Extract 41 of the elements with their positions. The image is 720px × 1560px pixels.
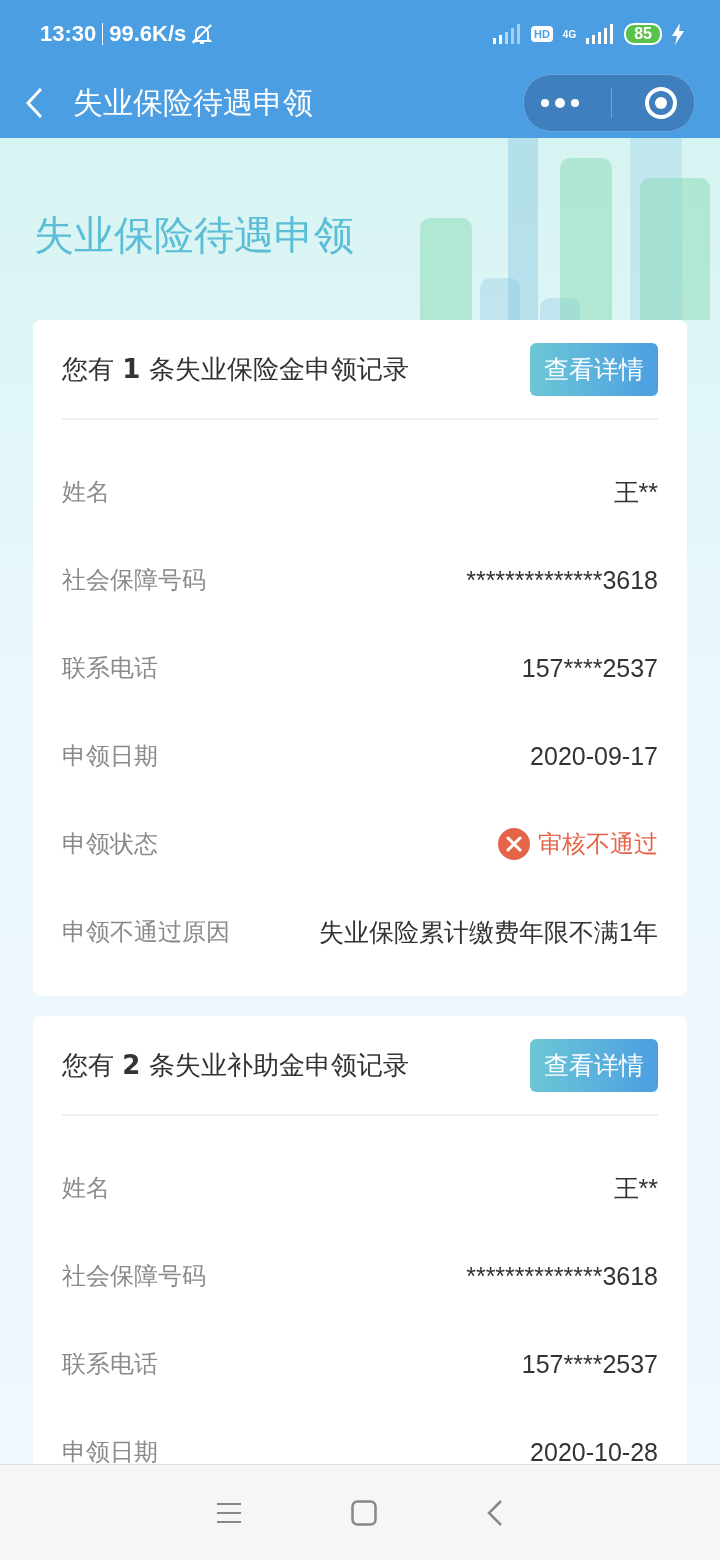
field-label: 社会保障号码 bbox=[62, 1261, 206, 1292]
hd-badge: HD bbox=[530, 26, 553, 42]
network-type: 4G bbox=[562, 28, 577, 40]
field-label: 申领日期 bbox=[62, 1437, 158, 1464]
bell-off-icon bbox=[190, 22, 215, 46]
signal-icon bbox=[492, 24, 521, 44]
field-value: 王** bbox=[613, 1172, 658, 1204]
field-label: 姓名 bbox=[62, 1173, 110, 1204]
field-value: **************3618 bbox=[466, 565, 658, 595]
more-icon[interactable] bbox=[539, 97, 580, 109]
field-label: 申领状态 bbox=[62, 829, 158, 860]
charging-icon bbox=[672, 23, 684, 45]
field-label: 姓名 bbox=[62, 477, 110, 508]
field-value: 2020-09-17 bbox=[530, 741, 658, 771]
back-icon[interactable] bbox=[25, 87, 45, 119]
field-value: 2020-10-28 bbox=[530, 1437, 658, 1464]
hero-title: 失业保险待遇申领 bbox=[34, 210, 354, 260]
clock-time: 13:30 bbox=[40, 21, 97, 47]
field-value: 王** bbox=[613, 476, 658, 508]
menu-icon[interactable] bbox=[217, 1501, 241, 1524]
field-label: 联系电话 bbox=[62, 653, 158, 684]
field-label: 联系电话 bbox=[62, 1349, 158, 1380]
details-button[interactable]: 查看详情 bbox=[530, 342, 658, 396]
error-icon bbox=[498, 828, 530, 860]
field-value: **************3618 bbox=[466, 1261, 658, 1291]
field-label: 社会保障号码 bbox=[62, 565, 206, 596]
field-value: 失业保险累计缴费年限不满1年 bbox=[319, 916, 658, 948]
back-icon[interactable] bbox=[487, 1499, 503, 1526]
page-title: 失业保险待遇申领 bbox=[73, 83, 313, 122]
card-title: 您有 1 条失业保险金申领记录 bbox=[62, 352, 409, 386]
field-value: 157****2537 bbox=[521, 653, 658, 683]
status-text: 审核不通过 bbox=[538, 829, 658, 860]
network-speed: 99.6K/s bbox=[109, 21, 187, 47]
home-icon[interactable] bbox=[351, 1499, 377, 1526]
signal-icon bbox=[586, 24, 615, 44]
field-value: 157****2537 bbox=[521, 1349, 658, 1379]
field-label: 申领不通过原因 bbox=[62, 917, 230, 948]
card-title: 您有 2 条失业补助金申领记录 bbox=[62, 1048, 409, 1082]
field-label: 申领日期 bbox=[62, 741, 158, 772]
battery-level: 85 bbox=[624, 23, 662, 45]
details-button[interactable]: 查看详情 bbox=[530, 1038, 658, 1092]
